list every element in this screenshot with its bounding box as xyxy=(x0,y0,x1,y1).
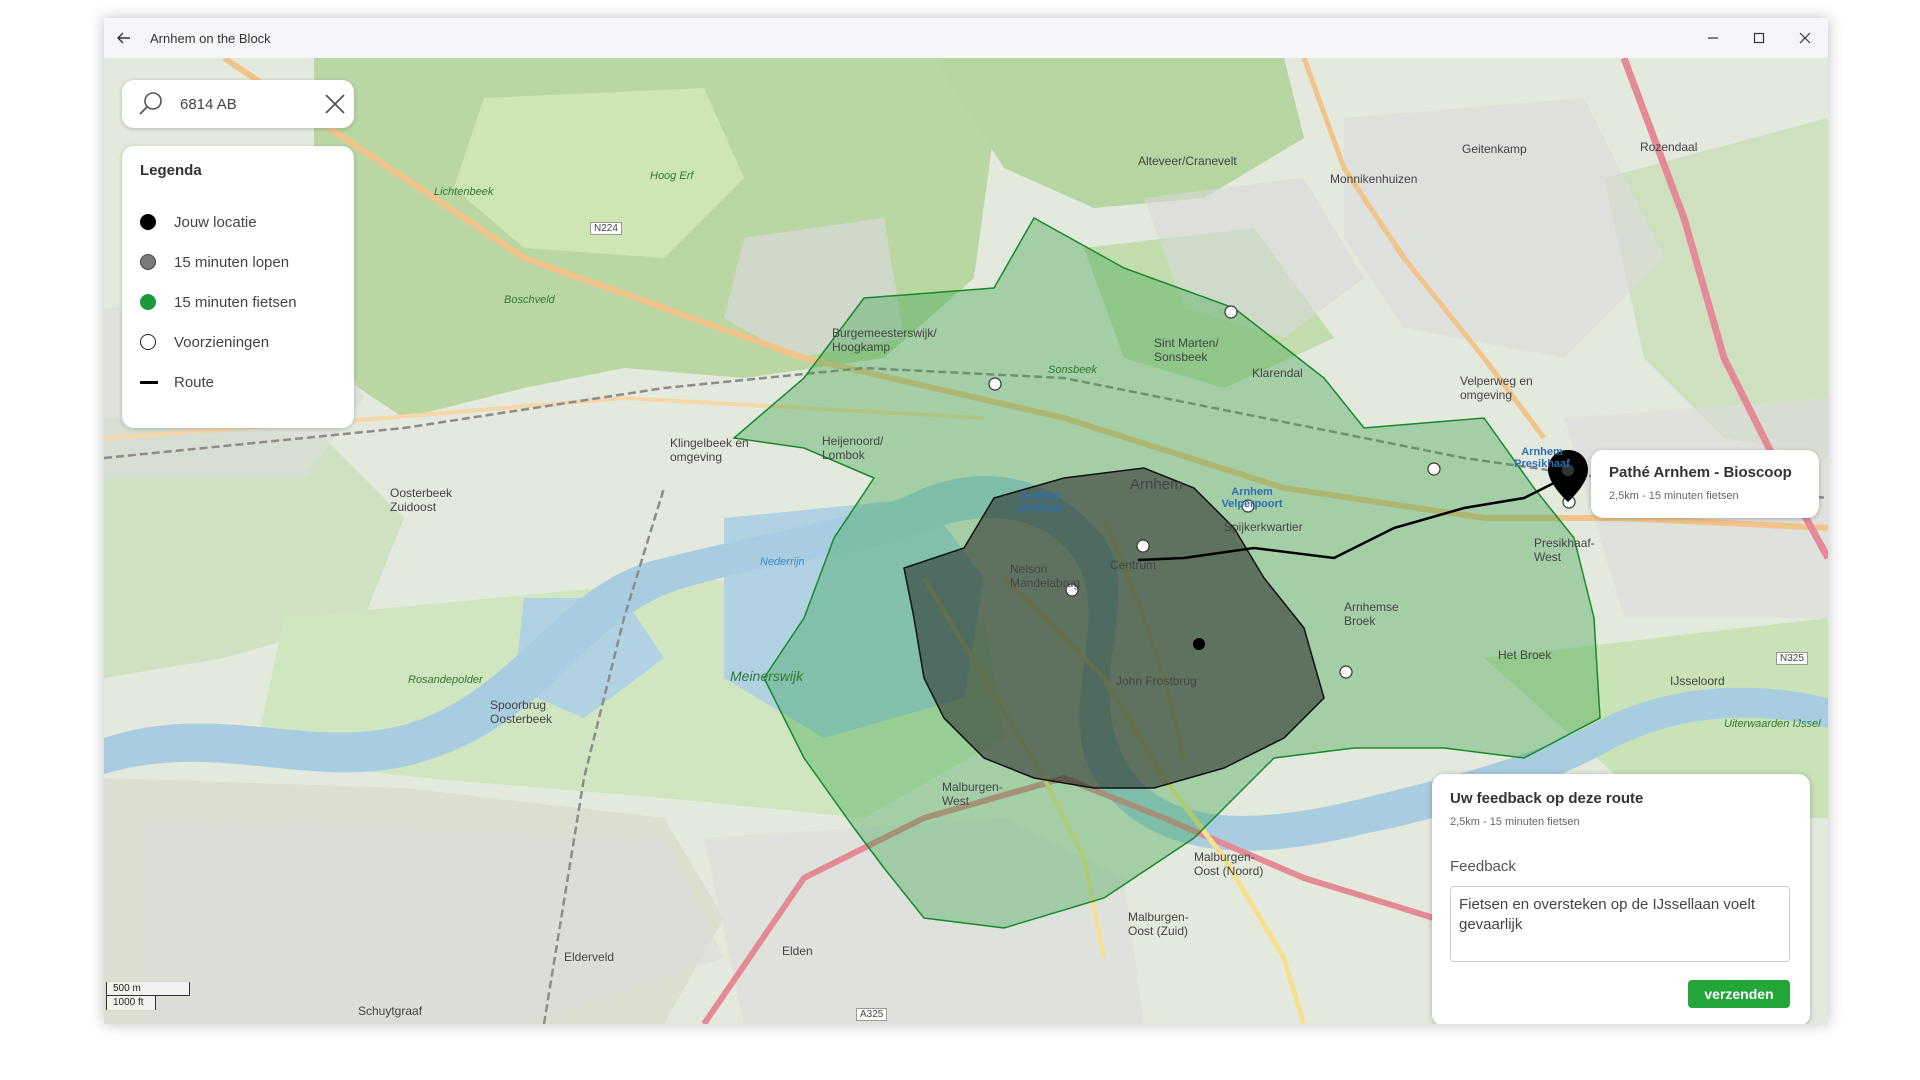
legend-item-facilities: Voorzieningen xyxy=(140,332,269,352)
label-lichtenbeek: Lichtenbeek xyxy=(434,186,494,198)
close-icon xyxy=(1799,32,1811,44)
label-malburgen-west: Malburgen- West xyxy=(942,780,1003,808)
legend-label: 15 minuten fietsen xyxy=(174,293,297,311)
legend-title: Legenda xyxy=(140,162,202,179)
legend-label: 15 minuten lopen xyxy=(174,253,290,271)
maximize-icon xyxy=(1753,32,1765,44)
label-presikhaaf-west: Presikhaaf- West xyxy=(1534,536,1595,564)
search-icon xyxy=(139,92,162,115)
label-a325: A325 xyxy=(856,1008,888,1021)
app-window: Arnhem on the Block Arnhem Arnhem Centra… xyxy=(104,18,1828,1024)
label-spijkerkwartier: Spijkerkwartier xyxy=(1224,520,1303,534)
label-heijenoord: Heijenoord/ Lombok xyxy=(822,434,884,462)
label-monnikenhuizen: Monnikenhuizen xyxy=(1330,172,1418,186)
label-elderveld: Elderveld xyxy=(564,950,615,964)
label-burgemeesterswijk: Burgemeesterswijk/ Hoogkamp xyxy=(832,326,937,354)
bike-dot-icon xyxy=(140,294,156,310)
minimize-icon xyxy=(1708,37,1718,39)
title-bar: Arnhem on the Block xyxy=(104,18,1828,58)
scale-imperial: 1000 ft xyxy=(106,996,156,1010)
legend-label: Route xyxy=(174,373,215,391)
label-elden: Elden xyxy=(782,944,813,958)
location-dot-icon xyxy=(140,214,156,230)
submit-feedback-button[interactable]: verzenden xyxy=(1688,980,1790,1008)
label-sint-marten: Sint Marten/ Sonsbeek xyxy=(1154,336,1219,364)
label-nederrijn: Nederrijn xyxy=(760,556,805,568)
label-malburgen-oost-zuid: Malburgen- Oost (Zuid) xyxy=(1128,910,1189,938)
label-n325: N325 xyxy=(1776,652,1808,665)
label-het-broek: Het Broek xyxy=(1498,648,1552,662)
search-box xyxy=(122,80,354,128)
label-spoorbrug: Spoorbrug Oosterbeek xyxy=(490,698,553,726)
legend-label: Jouw locatie xyxy=(174,213,257,231)
label-hoog-erf: Hoog Erf xyxy=(650,170,694,182)
label-nelson-mandelabrug: Nelson Mandelabrug xyxy=(1010,562,1081,590)
label-rosandepolder: Rosandepolder xyxy=(408,674,483,686)
label-arnhem: Arnhem xyxy=(1130,476,1183,493)
label-alteveer: Alteveer/Cranevelt xyxy=(1138,154,1237,168)
label-n224: N224 xyxy=(590,222,622,235)
feedback-title: Uw feedback op deze route xyxy=(1450,790,1644,807)
label-ijsseloord: IJsseloord xyxy=(1670,674,1725,688)
destination-callout[interactable]: Pathé Arnhem - Bioscoop 2,5km - 15 minut… xyxy=(1591,450,1819,518)
feedback-label: Feedback xyxy=(1450,858,1516,875)
label-boschveld: Boschveld xyxy=(504,294,555,306)
clear-search-icon[interactable] xyxy=(320,89,350,119)
arrow-left-icon xyxy=(117,32,130,44)
facility-dot-icon xyxy=(140,334,156,350)
label-klingelbeek: Klingelbeek en omgeving xyxy=(670,436,749,464)
map-view[interactable]: Arnhem Arnhem Centraal Arnhem Velperpoor… xyxy=(104,58,1828,1024)
walk-dot-icon xyxy=(140,254,156,270)
label-sonsbeek: Sonsbeek xyxy=(1048,364,1097,376)
label-geitenkamp: Geitenkamp xyxy=(1462,142,1527,156)
back-button[interactable] xyxy=(104,18,144,58)
destination-title: Pathé Arnhem - Bioscoop xyxy=(1609,464,1792,481)
legend-label: Voorzieningen xyxy=(174,333,270,351)
label-uiterwaarden: Uiterwaarden IJssel xyxy=(1724,718,1821,730)
scale-metric: 500 m xyxy=(106,982,190,996)
label-schuytgraaf: Schuytgraaf xyxy=(358,1004,423,1018)
search-input[interactable] xyxy=(178,94,312,114)
close-window-button[interactable] xyxy=(1782,18,1828,58)
legend-item-walk: 15 minuten lopen xyxy=(140,252,289,272)
legend-item-location: Jouw locatie xyxy=(140,212,257,232)
feedback-subtitle: 2,5km - 15 minuten fietsen xyxy=(1450,816,1580,828)
maximize-button[interactable] xyxy=(1736,18,1782,58)
window-title: Arnhem on the Block xyxy=(150,30,271,46)
scale-bar: 500 m 1000 ft xyxy=(106,982,190,1010)
label-centrum: Centrum xyxy=(1110,558,1157,572)
feedback-textarea[interactable]: Fietsen en oversteken op de IJssellaan v… xyxy=(1450,886,1790,962)
legend-item-bike: 15 minuten fietsen xyxy=(140,292,297,312)
label-meinerswijk: Meinerswijk xyxy=(730,668,804,684)
legend-panel: Legenda Jouw locatie 15 minuten lopen 15… xyxy=(122,146,354,428)
label-velperweg: Velperweg en omgeving xyxy=(1460,374,1533,402)
legend-item-route: Route xyxy=(140,372,214,392)
feedback-panel: Uw feedback op deze route 2,5km - 15 min… xyxy=(1432,774,1810,1024)
label-malburgen-oost-noord: Malburgen- Oost (Noord) xyxy=(1194,850,1264,878)
label-arnhem-centraal: Arnhem Centraal xyxy=(1017,490,1063,514)
label-arnhemse-broek: Arnhemse Broek xyxy=(1344,600,1399,628)
route-line-icon xyxy=(140,380,158,384)
label-arnhem-presikhaaf: Arnhem Presikhaaf xyxy=(1514,446,1570,470)
label-oosterbeek-zuidoost: Oosterbeek Zuidoost xyxy=(390,486,453,514)
label-arnhem-velperpoort: Arnhem Velperpoort xyxy=(1221,486,1283,510)
window-controls xyxy=(1690,18,1828,58)
minimize-button[interactable] xyxy=(1690,18,1736,58)
label-rozendaal: Rozendaal xyxy=(1640,140,1698,154)
label-john-frostbrug: John Frostbrug xyxy=(1116,674,1197,688)
label-klarendal: Klarendal xyxy=(1252,366,1303,380)
destination-subtitle: 2,5km - 15 minuten fietsen xyxy=(1609,490,1739,502)
